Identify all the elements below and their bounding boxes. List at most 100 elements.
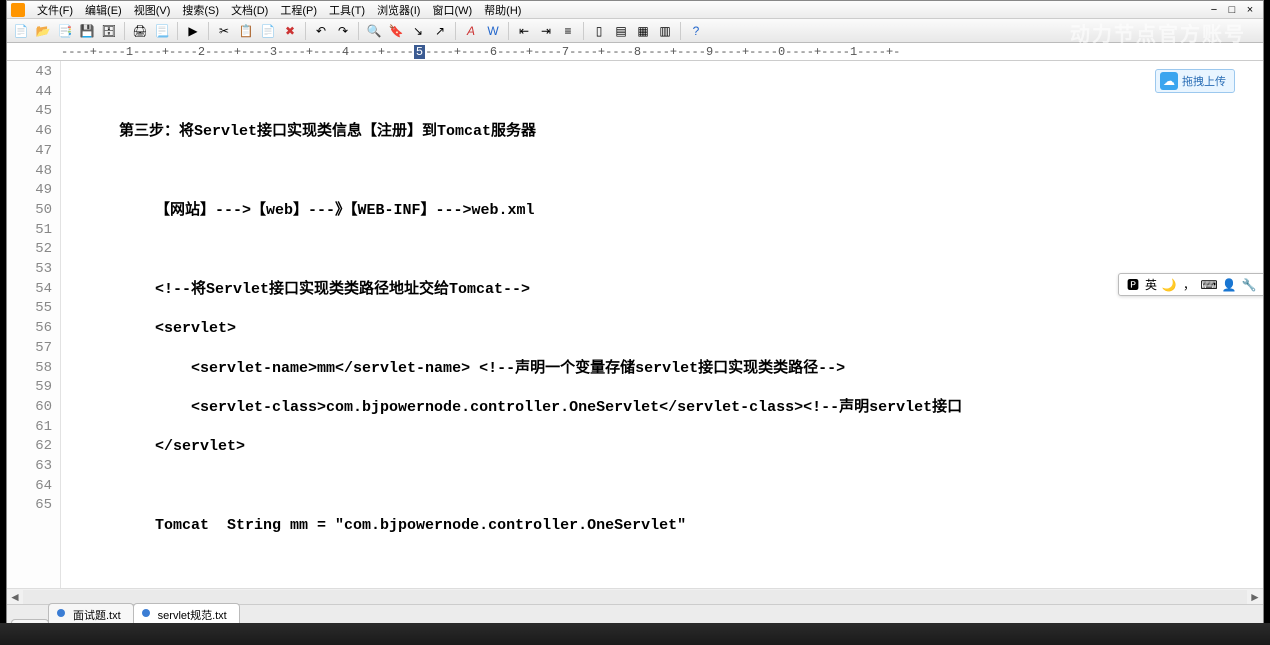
outdent-icon[interactable]: ⇤ bbox=[514, 21, 534, 41]
code-content[interactable]: 第三步：将Servlet接口实现类信息【注册】到Tomcat服务器 【网站】--… bbox=[61, 61, 1263, 588]
menu-edit[interactable]: 编辑(E) bbox=[79, 0, 128, 20]
save-icon[interactable]: 💾 bbox=[77, 21, 97, 41]
code-line: <servlet-name>mm</servlet-name> <!--声明一个… bbox=[65, 359, 1259, 379]
line-number: 62 bbox=[7, 437, 52, 457]
editor-area[interactable]: 4344454647484950515253545556575859606162… bbox=[7, 61, 1263, 588]
code-line: 第三步：将Servlet接口实现类信息【注册】到Tomcat服务器 bbox=[65, 122, 1259, 142]
keyboard-icon[interactable]: ⌨ bbox=[1201, 277, 1217, 293]
code-line bbox=[65, 477, 1259, 497]
save-all-icon[interactable]: 🗄 bbox=[99, 21, 119, 41]
align-icon[interactable]: ≡ bbox=[558, 21, 578, 41]
scroll-right-icon[interactable]: ► bbox=[1247, 590, 1263, 604]
menu-file[interactable]: 文件(F) bbox=[31, 0, 79, 20]
bookmark-icon[interactable]: 🔖 bbox=[386, 21, 406, 41]
print-icon[interactable]: 🖨 bbox=[130, 21, 150, 41]
ime-lang[interactable]: 英 bbox=[1145, 276, 1157, 293]
separator bbox=[358, 22, 359, 40]
menu-document[interactable]: 文档(D) bbox=[225, 0, 274, 20]
minimize-button[interactable]: − bbox=[1205, 4, 1223, 16]
menu-tool[interactable]: 工具(T) bbox=[323, 0, 371, 20]
line-number: 52 bbox=[7, 240, 52, 260]
wrap-icon[interactable]: W bbox=[483, 21, 503, 41]
os-taskbar bbox=[0, 623, 1270, 645]
separator bbox=[177, 22, 178, 40]
line-number: 49 bbox=[7, 181, 52, 201]
line-number: 63 bbox=[7, 457, 52, 477]
user-icon[interactable]: 👤 bbox=[1221, 277, 1237, 293]
ime-toolbar[interactable]: 🅿 英 🌙 ， ⌨ 👤 🔧 bbox=[1118, 273, 1263, 296]
ime-logo-icon: 🅿 bbox=[1125, 277, 1141, 293]
print-preview-icon[interactable]: 📃 bbox=[152, 21, 172, 41]
undo-icon[interactable]: ↶ bbox=[311, 21, 331, 41]
separator bbox=[124, 22, 125, 40]
scroll-left-icon[interactable]: ◄ bbox=[7, 590, 23, 604]
line-number: 43 bbox=[7, 63, 52, 83]
window-split-icon[interactable]: ▯ bbox=[589, 21, 609, 41]
separator bbox=[305, 22, 306, 40]
goto-icon[interactable]: ↘ bbox=[408, 21, 428, 41]
jump-icon[interactable]: ↗ bbox=[430, 21, 450, 41]
code-line bbox=[65, 556, 1259, 576]
line-number: 58 bbox=[7, 359, 52, 379]
cut-icon[interactable]: ✂ bbox=[214, 21, 234, 41]
separator bbox=[508, 22, 509, 40]
separator bbox=[208, 22, 209, 40]
separator bbox=[680, 22, 681, 40]
help-icon[interactable]: ? bbox=[686, 21, 706, 41]
line-number: 46 bbox=[7, 122, 52, 142]
redo-icon[interactable]: ↷ bbox=[333, 21, 353, 41]
maximize-button[interactable]: □ bbox=[1223, 4, 1241, 16]
code-line: <servlet> bbox=[65, 319, 1259, 339]
app-launch-icon[interactable]: ▶ bbox=[183, 21, 203, 41]
separator bbox=[583, 22, 584, 40]
toolbar: 📄 📂 📑 💾 🗄 🖨 📃 ▶ ✂ 📋 📄 ✖ ↶ ↷ 🔍 🔖 ↘ ↗ A W … bbox=[7, 19, 1263, 43]
paste-icon[interactable]: 📄 bbox=[258, 21, 278, 41]
open-file-icon[interactable]: 📂 bbox=[33, 21, 53, 41]
menu-help[interactable]: 帮助(H) bbox=[478, 0, 527, 20]
delete-icon[interactable]: ✖ bbox=[280, 21, 300, 41]
window-cascade-icon[interactable]: ▤ bbox=[611, 21, 631, 41]
window-list-icon[interactable]: ▥ bbox=[655, 21, 675, 41]
line-number: 53 bbox=[7, 260, 52, 280]
new-file-icon[interactable]: 📄 bbox=[11, 21, 31, 41]
settings-icon[interactable]: 🔧 bbox=[1241, 277, 1257, 293]
separator bbox=[455, 22, 456, 40]
line-number: 48 bbox=[7, 162, 52, 182]
scroll-track[interactable] bbox=[23, 590, 1247, 604]
menu-project[interactable]: 工程(P) bbox=[274, 0, 323, 20]
close-file-icon[interactable]: 📑 bbox=[55, 21, 75, 41]
line-number: 59 bbox=[7, 378, 52, 398]
indent-icon[interactable]: ⇥ bbox=[536, 21, 556, 41]
menu-view[interactable]: 视图(V) bbox=[128, 0, 177, 20]
line-number: 51 bbox=[7, 221, 52, 241]
ruler: ----+----1----+----2----+----3----+----4… bbox=[7, 43, 1263, 61]
line-number: 60 bbox=[7, 398, 52, 418]
column-marker: 5 bbox=[414, 45, 425, 59]
line-number: 57 bbox=[7, 339, 52, 359]
menu-search[interactable]: 搜索(S) bbox=[176, 0, 225, 20]
close-button[interactable]: × bbox=[1241, 4, 1259, 16]
upload-badge[interactable]: ☁ 拖拽上传 bbox=[1155, 69, 1235, 93]
code-line: <!--将Servlet接口实现类类路径地址交给Tomcat--> bbox=[65, 280, 1259, 300]
menu-browser[interactable]: 浏览器(I) bbox=[371, 0, 426, 20]
font-icon[interactable]: A bbox=[461, 21, 481, 41]
find-icon[interactable]: 🔍 bbox=[364, 21, 384, 41]
menu-window[interactable]: 窗口(W) bbox=[426, 0, 478, 20]
app-icon bbox=[11, 3, 25, 17]
line-number: 56 bbox=[7, 319, 52, 339]
window-tile-icon[interactable]: ▦ bbox=[633, 21, 653, 41]
upload-label: 拖拽上传 bbox=[1182, 73, 1226, 89]
line-number: 65 bbox=[7, 496, 52, 516]
line-number: 61 bbox=[7, 418, 52, 438]
code-line: </servlet> bbox=[65, 437, 1259, 457]
copy-icon[interactable]: 📋 bbox=[236, 21, 256, 41]
code-line bbox=[65, 162, 1259, 182]
comma-icon[interactable]: ， bbox=[1181, 277, 1197, 293]
moon-icon[interactable]: 🌙 bbox=[1161, 277, 1177, 293]
code-line bbox=[65, 83, 1259, 103]
line-number: 47 bbox=[7, 142, 52, 162]
horizontal-scrollbar[interactable]: ◄ ► bbox=[7, 588, 1263, 604]
line-number: 54 bbox=[7, 280, 52, 300]
window-controls: − □ × bbox=[1205, 4, 1259, 16]
line-number: 55 bbox=[7, 299, 52, 319]
